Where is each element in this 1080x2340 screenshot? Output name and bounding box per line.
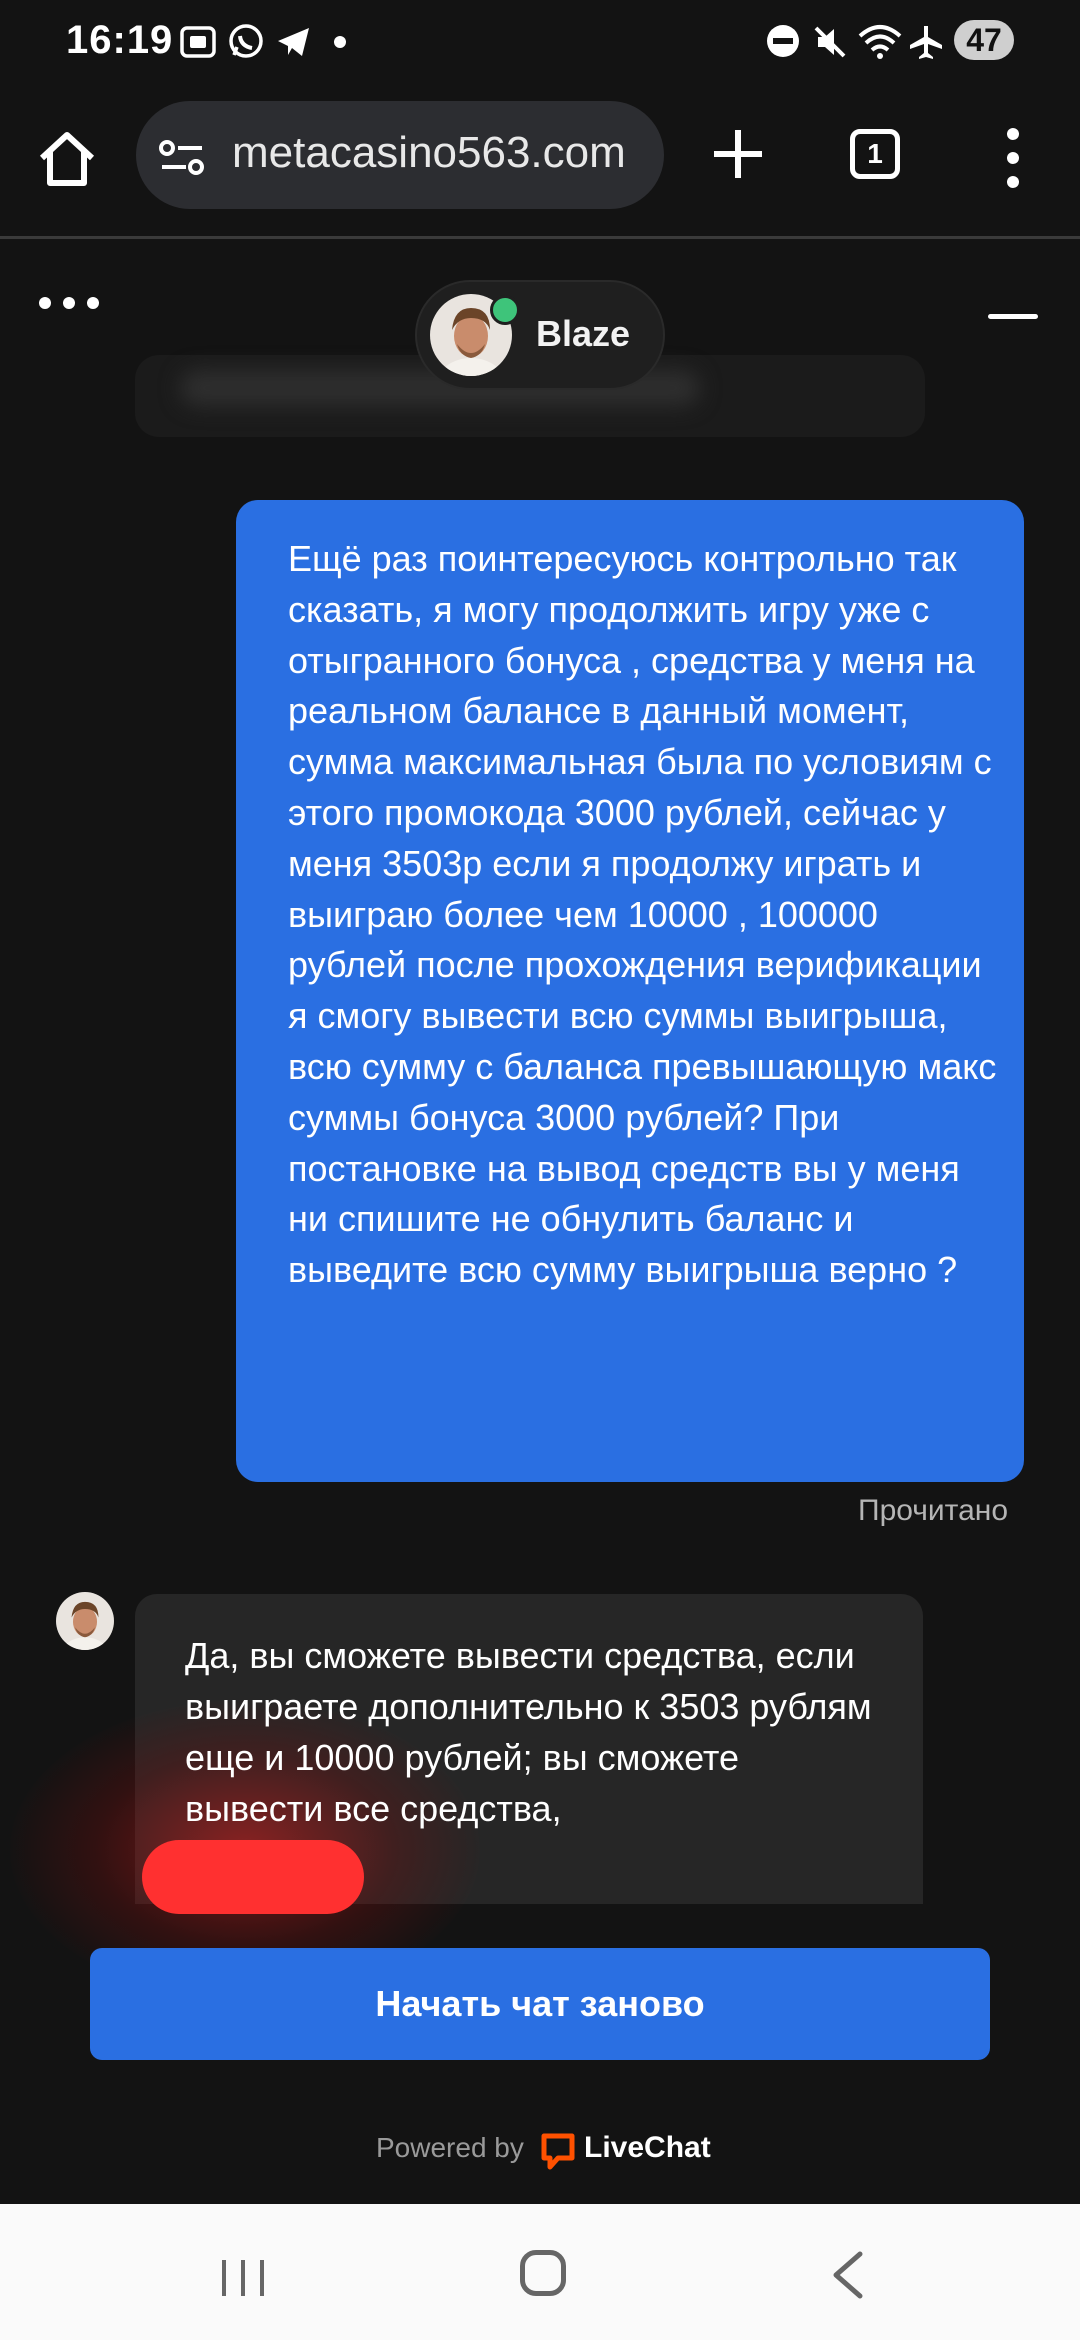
telegram-icon	[278, 28, 309, 56]
agent-avatar-small	[56, 1592, 114, 1650]
site-info-icon[interactable]	[158, 136, 206, 180]
more-vert-icon[interactable]	[1000, 126, 1026, 190]
recents-icon[interactable]	[218, 2256, 268, 2300]
battery-icon: 47	[954, 20, 1014, 60]
redaction-mark	[142, 1840, 364, 1914]
plus-icon[interactable]	[708, 124, 768, 184]
whatsapp-icon	[229, 24, 263, 58]
chat-options-icon[interactable]	[38, 296, 100, 310]
mute-icon	[814, 26, 846, 58]
agent-name: Blaze	[536, 313, 631, 354]
notification-dot-icon	[334, 36, 346, 48]
airplane-icon	[910, 26, 942, 59]
read-status: Прочитано	[858, 1494, 1008, 1527]
online-status-dot	[490, 295, 520, 325]
powered-by-text: Powered by	[376, 2132, 524, 2163]
minimize-icon[interactable]	[988, 314, 1038, 319]
nav-home-icon[interactable]	[520, 2250, 566, 2296]
url-text[interactable]: metacasino563.com	[232, 128, 652, 178]
do-not-disturb-icon	[767, 25, 799, 57]
back-icon[interactable]	[828, 2250, 868, 2300]
tabs-icon[interactable]: 1	[850, 129, 900, 179]
livechat-logo-icon[interactable]	[540, 2132, 576, 2172]
livechat-brand[interactable]: LiveChat	[584, 2131, 711, 2165]
wifi-icon	[858, 25, 902, 59]
home-icon[interactable]	[34, 126, 100, 192]
restart-chat-button[interactable]: Начать чат заново	[90, 1948, 990, 2060]
screenshot-icon	[180, 26, 216, 58]
agent-message-text: Да, вы сможете вывести средства, если вы…	[185, 1635, 872, 1829]
user-message-text: Ещё раз поинтересуюсь контрольно так ска…	[288, 538, 997, 1291]
status-time: 16:19	[66, 18, 174, 62]
